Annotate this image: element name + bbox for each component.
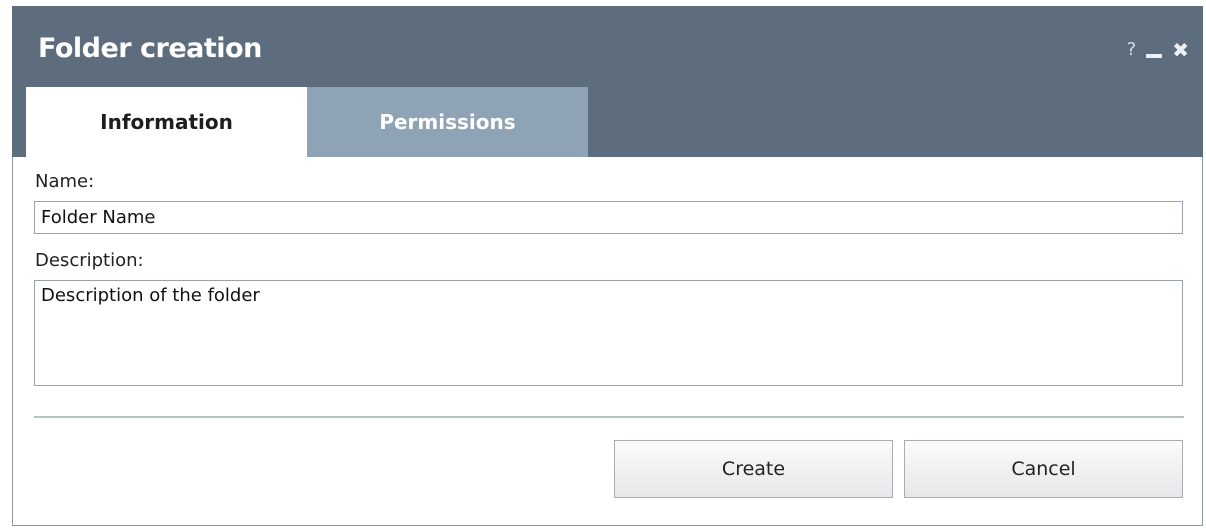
minimize-icon[interactable] [1146, 39, 1163, 61]
tab-bar: Information Permissions [26, 87, 588, 157]
description-textarea[interactable]: Description of the folder [34, 280, 1183, 386]
tab-permissions[interactable]: Permissions [307, 87, 588, 157]
create-button[interactable]: Create [614, 440, 893, 498]
form-divider [34, 416, 1184, 418]
dialog-title: Folder creation [38, 33, 262, 64]
cancel-button[interactable]: Cancel [904, 440, 1183, 498]
help-icon[interactable]: ? [1127, 39, 1137, 61]
name-input[interactable] [34, 201, 1183, 234]
name-label: Name: [35, 171, 95, 192]
folder-creation-dialog: Folder creation ? ✖ Information Permissi… [0, 0, 1206, 529]
dialog-body: Name: Description: Description of the fo… [12, 157, 1203, 526]
description-label: Description: [35, 250, 144, 271]
tab-information[interactable]: Information [26, 87, 307, 157]
close-icon[interactable]: ✖ [1172, 39, 1189, 61]
window-controls: ? ✖ [1127, 38, 1189, 62]
